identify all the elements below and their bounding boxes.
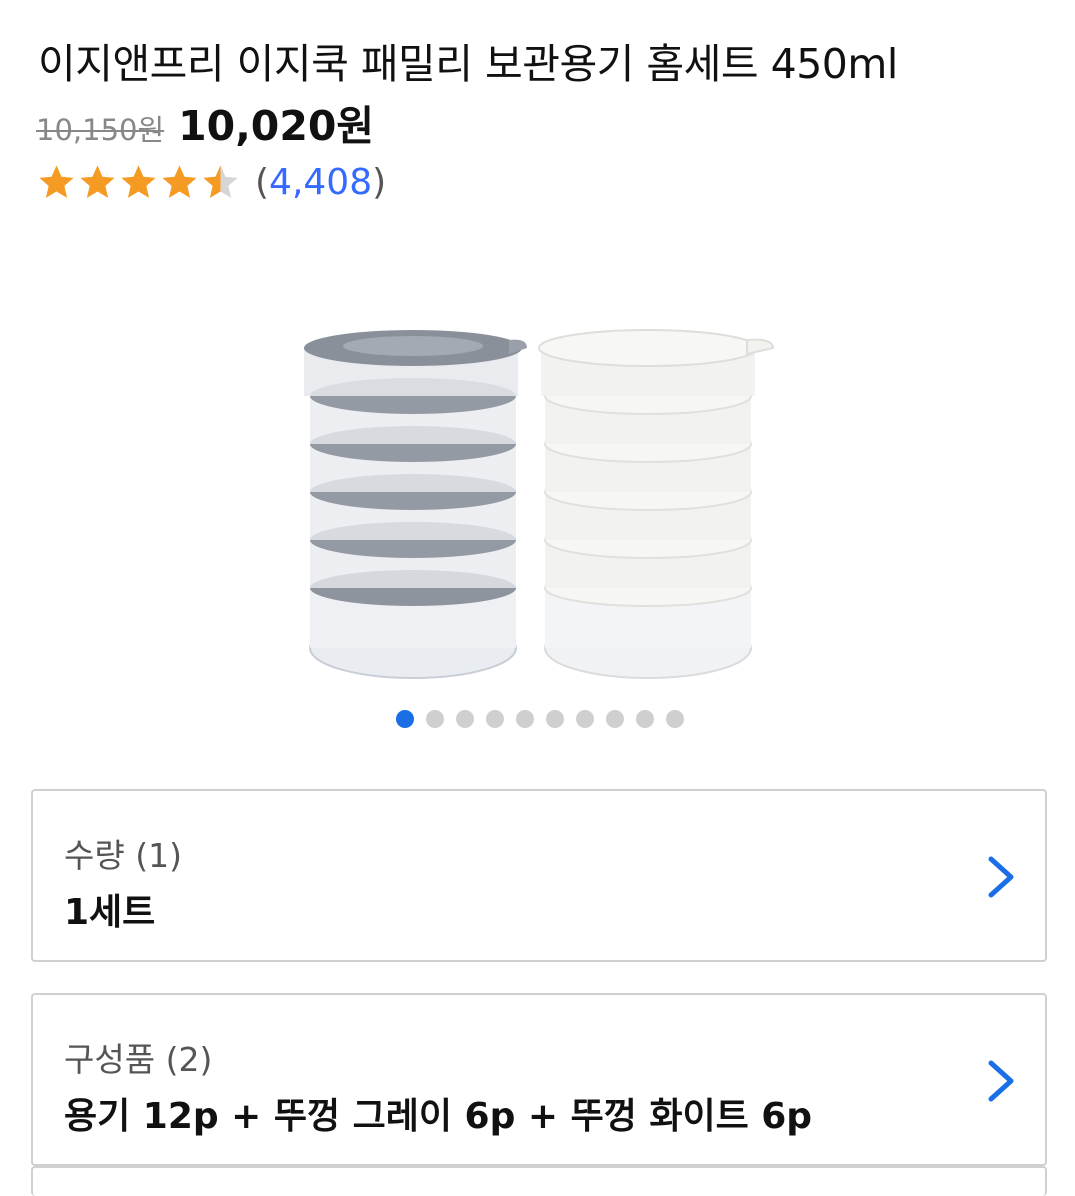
carousel-dot[interactable] <box>396 710 414 728</box>
chevron-right-icon <box>988 856 1014 898</box>
product-photo[interactable] <box>295 318 785 688</box>
quantity-option-selector[interactable]: 수량 (1) 1세트 <box>31 789 1047 962</box>
carousel-dot[interactable] <box>606 710 624 728</box>
carousel-dot[interactable] <box>576 710 594 728</box>
white-container-stack <box>538 329 775 679</box>
star-rating <box>36 162 241 203</box>
rating-row[interactable]: (4,408) <box>36 162 386 203</box>
next-option-selector[interactable] <box>31 1166 1047 1196</box>
carousel-dot[interactable] <box>666 710 684 728</box>
option-label: 구성품 (2) <box>64 1040 213 1079</box>
star-icon <box>162 165 197 198</box>
carousel-dot[interactable] <box>516 710 534 728</box>
option-label: 수량 (1) <box>64 836 182 875</box>
price-row: 10,150원 10,020원 <box>36 92 374 152</box>
gray-container-stack <box>304 330 527 679</box>
review-count-open: ( <box>255 162 270 203</box>
carousel-dot[interactable] <box>546 710 564 728</box>
original-price: 10,150원 <box>36 113 165 147</box>
review-count-close: ) <box>372 162 387 203</box>
star-icon <box>121 165 156 198</box>
sale-price: 10,020원 <box>178 102 375 150</box>
carousel-dot[interactable] <box>426 710 444 728</box>
carousel-dot[interactable] <box>456 710 474 728</box>
review-count[interactable]: (4,408) <box>255 162 386 203</box>
components-option-selector[interactable]: 구성품 (2) 용기 12p + 뚜껑 그레이 6p + 뚜껑 화이트 6p <box>31 993 1047 1166</box>
carousel-indicator[interactable] <box>396 710 696 728</box>
carousel-dot[interactable] <box>486 710 504 728</box>
option-value: 1세트 <box>64 892 156 933</box>
product-title: 이지앤프리 이지쿡 패밀리 보관용기 홈세트 450ml <box>38 40 898 88</box>
review-count-number[interactable]: 4,408 <box>269 162 372 203</box>
star-half-icon <box>203 165 238 198</box>
carousel-dot[interactable] <box>636 710 654 728</box>
star-icon <box>39 165 74 198</box>
star-icon <box>80 165 115 198</box>
option-value: 용기 12p + 뚜껑 그레이 6p + 뚜껑 화이트 6p <box>64 1096 813 1137</box>
chevron-right-icon <box>988 1060 1014 1102</box>
